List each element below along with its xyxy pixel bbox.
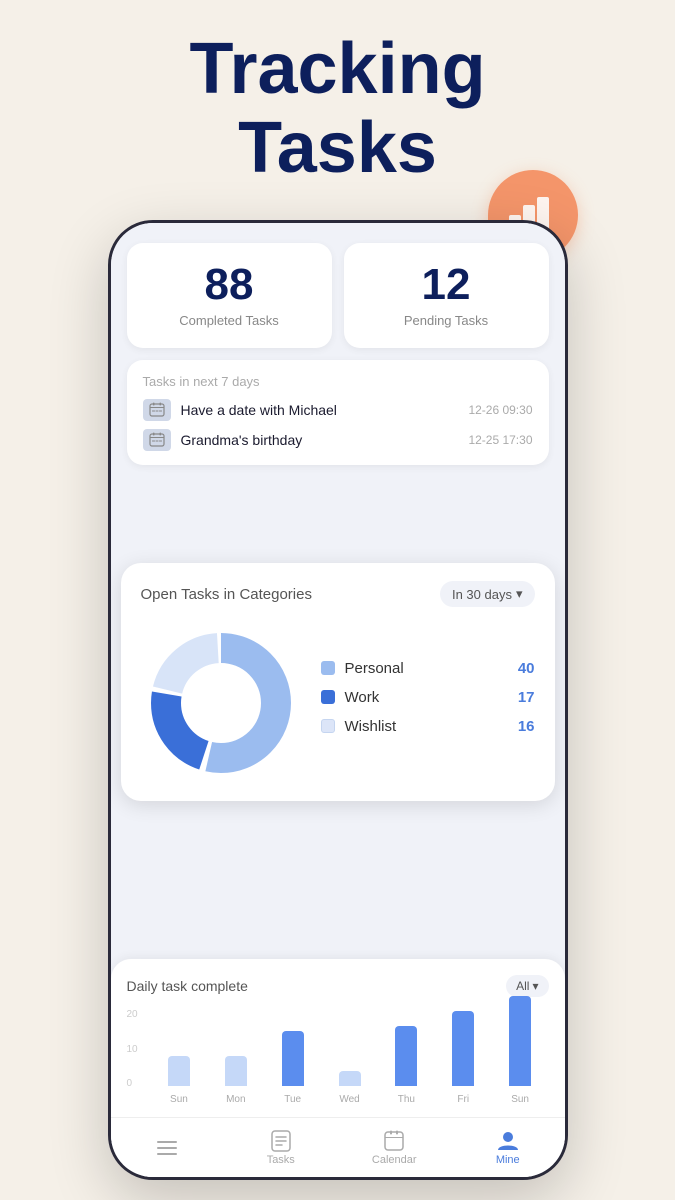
bar [452, 1011, 474, 1086]
nav-tasks[interactable]: Tasks [224, 1124, 338, 1172]
categories-header: Open Tasks in Categories In 30 days ▾ [141, 581, 535, 607]
bar-day-label: Sun [511, 1094, 529, 1105]
calendar-icon-2 [143, 429, 171, 451]
bar-group: Tue [264, 1031, 321, 1105]
bar-group: Wed [321, 1071, 378, 1105]
bar-group: Mon [207, 1056, 264, 1105]
legend-work: Work 17 [321, 689, 535, 706]
stats-row: 88 Completed Tasks 12 Pending Tasks [127, 243, 549, 348]
bar [509, 996, 531, 1086]
work-value: 17 [518, 689, 535, 706]
hero-title: Tracking Tasks [0, 0, 675, 188]
person-icon [497, 1130, 519, 1152]
task-name-1: Have a date with Michael [181, 402, 469, 418]
legend: Personal 40 Work 17 Wishlist 16 [321, 660, 535, 747]
bar-day-label: Sun [170, 1094, 188, 1105]
wishlist-value: 16 [518, 718, 535, 735]
bar-day-label: Mon [226, 1094, 245, 1105]
filter-label: In 30 days [452, 587, 512, 602]
pending-number: 12 [360, 263, 533, 307]
calendar-nav-icon [383, 1130, 405, 1152]
bar [168, 1056, 190, 1086]
donut-chart [141, 623, 301, 783]
bar-day-label: Tue [284, 1094, 301, 1105]
nav-mine-label: Mine [496, 1154, 520, 1166]
nav-menu[interactable] [111, 1131, 225, 1165]
personal-value: 40 [518, 660, 535, 677]
bar-day-label: Thu [398, 1094, 415, 1105]
menu-icon [156, 1137, 178, 1159]
phone-wrapper: 88 Completed Tasks 12 Pending Tasks Task… [108, 220, 568, 1180]
upcoming-card: Tasks in next 7 days Have a [127, 360, 549, 465]
calendar-icon-1 [143, 399, 171, 421]
daily-title: Daily task complete [127, 978, 248, 994]
categories-filter-btn[interactable]: In 30 days ▾ [440, 581, 535, 607]
task-item-2[interactable]: Grandma's birthday 12-25 17:30 [143, 429, 533, 451]
work-label: Work [345, 689, 518, 706]
nav-calendar[interactable]: Calendar [338, 1124, 452, 1172]
bar [225, 1056, 247, 1086]
phone-screen: 88 Completed Tasks 12 Pending Tasks Task… [111, 223, 565, 1177]
bar-chart-wrapper: 20 10 0 Sun Mon Tue Wed Thu Fri Sun [127, 1009, 549, 1109]
chevron-down-icon: ▾ [516, 586, 523, 602]
bottom-nav: Tasks Calendar [111, 1117, 565, 1177]
bar-chart: Sun Mon Tue Wed Thu Fri Sun [151, 1009, 549, 1109]
y-label-10: 10 [127, 1044, 138, 1055]
wishlist-dot [321, 719, 335, 733]
bar [339, 1071, 361, 1086]
nav-mine[interactable]: Mine [451, 1124, 565, 1172]
task-date-2: 12-25 17:30 [468, 433, 532, 447]
wishlist-label: Wishlist [345, 718, 518, 735]
categories-title: Open Tasks in Categories [141, 586, 312, 603]
phone: 88 Completed Tasks 12 Pending Tasks Task… [108, 220, 568, 1180]
categories-card: Open Tasks in Categories In 30 days ▾ [121, 563, 555, 801]
bar-group: Fri [435, 1011, 492, 1105]
daily-filter-label: All [516, 979, 529, 993]
chevron-down-icon-2: ▾ [532, 979, 538, 993]
bar-group: Thu [378, 1026, 435, 1105]
y-axis: 20 10 0 [127, 1009, 138, 1089]
completed-label: Completed Tasks [143, 313, 316, 328]
nav-tasks-label: Tasks [267, 1154, 295, 1166]
completed-number: 88 [143, 263, 316, 307]
legend-personal: Personal 40 [321, 660, 535, 677]
bar-group: Sun [492, 996, 549, 1105]
task-item-1[interactable]: Have a date with Michael 12-26 09:30 [143, 399, 533, 421]
bar [282, 1031, 304, 1086]
pending-tasks-card: 12 Pending Tasks [344, 243, 549, 348]
hero-line1: Tracking [189, 29, 485, 109]
personal-dot [321, 661, 335, 675]
nav-calendar-label: Calendar [372, 1154, 417, 1166]
daily-filter-btn[interactable]: All ▾ [506, 975, 548, 997]
bar-day-label: Wed [339, 1094, 359, 1105]
legend-wishlist: Wishlist 16 [321, 718, 535, 735]
daily-header: Daily task complete All ▾ [127, 975, 549, 997]
daily-card: Daily task complete All ▾ 20 10 0 Sun Mon… [111, 959, 565, 1117]
completed-tasks-card: 88 Completed Tasks [127, 243, 332, 348]
chart-area: Personal 40 Work 17 Wishlist 16 [141, 623, 535, 783]
upcoming-title: Tasks in next 7 days [143, 374, 533, 389]
bar-day-label: Fri [457, 1094, 469, 1105]
y-label-20: 20 [127, 1009, 138, 1020]
tasks-icon [270, 1130, 292, 1152]
work-dot [321, 690, 335, 704]
bar-group: Sun [151, 1056, 208, 1105]
pending-label: Pending Tasks [360, 313, 533, 328]
task-date-1: 12-26 09:30 [468, 403, 532, 417]
y-label-0: 0 [127, 1078, 138, 1089]
hero-line2: Tasks [238, 108, 437, 188]
bar [395, 1026, 417, 1086]
task-name-2: Grandma's birthday [181, 432, 469, 448]
personal-label: Personal [345, 660, 518, 677]
